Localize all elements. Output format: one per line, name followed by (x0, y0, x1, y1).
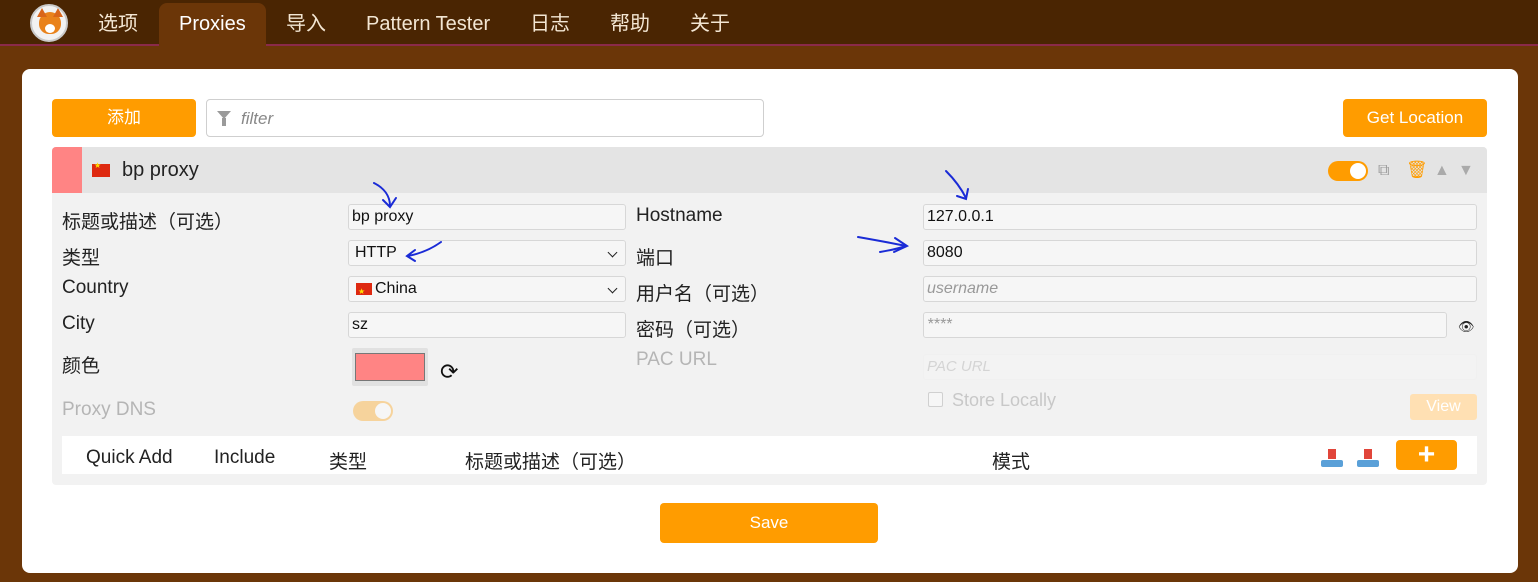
store-locally-label: Store Locally (952, 390, 1057, 410)
nav-tab-import[interactable]: 导入 (266, 0, 346, 46)
port-input[interactable]: 8080 (923, 240, 1477, 266)
color-label: 颜色 (62, 356, 101, 377)
type-label: 类型 (62, 248, 101, 269)
hostname-label: Hostname (636, 205, 723, 226)
nav-tab-help[interactable]: 帮助 (590, 0, 670, 46)
nav-tab-log[interactable]: 日志 (510, 0, 590, 46)
move-down-icon[interactable]: ▼ (1458, 163, 1474, 179)
filter-icon (217, 111, 231, 126)
pattern-col-quick-add: Quick Add (86, 447, 173, 468)
city-input[interactable]: sz (348, 312, 626, 338)
city-label: City (62, 313, 95, 334)
proxy-color-strip (52, 147, 82, 193)
save-button[interactable]: Save (660, 503, 878, 543)
country-select[interactable]: China (348, 276, 626, 304)
pac-url-input[interactable]: PAC URL (923, 354, 1477, 380)
username-label: 用户名（可选） (636, 284, 770, 305)
pattern-header-bar: Quick Add Include 类型 标题或描述（可选） 模式 + (62, 436, 1477, 474)
show-password-icon[interactable]: 👁 (1458, 319, 1475, 335)
password-label: 密码（可选） (636, 320, 751, 341)
filter-box (206, 99, 764, 137)
foxyproxy-logo-icon (30, 4, 68, 42)
proxy-dns-toggle[interactable] (353, 401, 393, 421)
move-up-icon[interactable]: ▲ (1434, 163, 1450, 179)
port-label: 端口 (636, 248, 675, 269)
type-select[interactable]: HTTP (348, 240, 626, 266)
get-location-button[interactable]: Get Location (1343, 99, 1487, 137)
view-pac-button[interactable]: View (1410, 394, 1477, 420)
pattern-col-pattern: 模式 (992, 452, 1031, 473)
nav-tab-proxies[interactable]: Proxies (159, 3, 266, 46)
country-label: Country (62, 277, 129, 298)
proxy-enable-toggle[interactable] (1328, 161, 1368, 181)
nav-tab-options[interactable]: 选项 (78, 0, 158, 46)
pattern-col-type: 类型 (329, 452, 368, 473)
import-patterns-icon[interactable] (1320, 448, 1344, 468)
proxy-card-header[interactable]: bp proxy ⧉ 🗑 ▲ ▼ (52, 147, 1487, 193)
delete-icon[interactable]: 🗑 (1406, 161, 1428, 178)
color-picker[interactable] (352, 348, 428, 386)
title-input[interactable]: bp proxy (348, 204, 626, 230)
proxy-title: bp proxy (122, 159, 199, 181)
pattern-col-include: Include (214, 447, 276, 468)
random-color-icon[interactable]: ⟳ (440, 361, 458, 383)
country-value: China (375, 280, 417, 297)
export-patterns-icon[interactable] (1356, 448, 1380, 468)
username-input[interactable]: username (923, 276, 1477, 302)
add-proxy-button[interactable]: 添加 (52, 99, 196, 137)
add-pattern-button[interactable]: + (1396, 440, 1457, 470)
proxy-dns-label: Proxy DNS (62, 399, 156, 420)
proxy-card: bp proxy ⧉ 🗑 ▲ ▼ 标题或描述（可选） bp proxy 类型 H… (52, 147, 1487, 485)
pattern-col-title: 标题或描述（可选） (465, 452, 637, 473)
pac-url-label: PAC URL (636, 349, 717, 370)
top-navigation: 选项 Proxies 导入 Pattern Tester 日志 帮助 关于 (0, 0, 1538, 46)
hostname-input[interactable]: 127.0.0.1 (923, 204, 1477, 230)
title-label: 标题或描述（可选） (62, 212, 234, 233)
china-flag-icon (356, 280, 372, 304)
nav-tab-pattern-tester[interactable]: Pattern Tester (346, 0, 510, 46)
filter-input[interactable] (241, 106, 741, 132)
password-input[interactable]: **** (923, 312, 1447, 338)
china-flag-icon (92, 161, 110, 177)
proxies-panel: 添加 Get Location bp proxy ⧉ 🗑 ▲ ▼ 标题或描述（可… (22, 69, 1518, 573)
nav-tab-about[interactable]: 关于 (670, 0, 750, 46)
store-locally-checkbox[interactable] (928, 392, 943, 407)
duplicate-icon[interactable]: ⧉ (1378, 163, 1389, 179)
